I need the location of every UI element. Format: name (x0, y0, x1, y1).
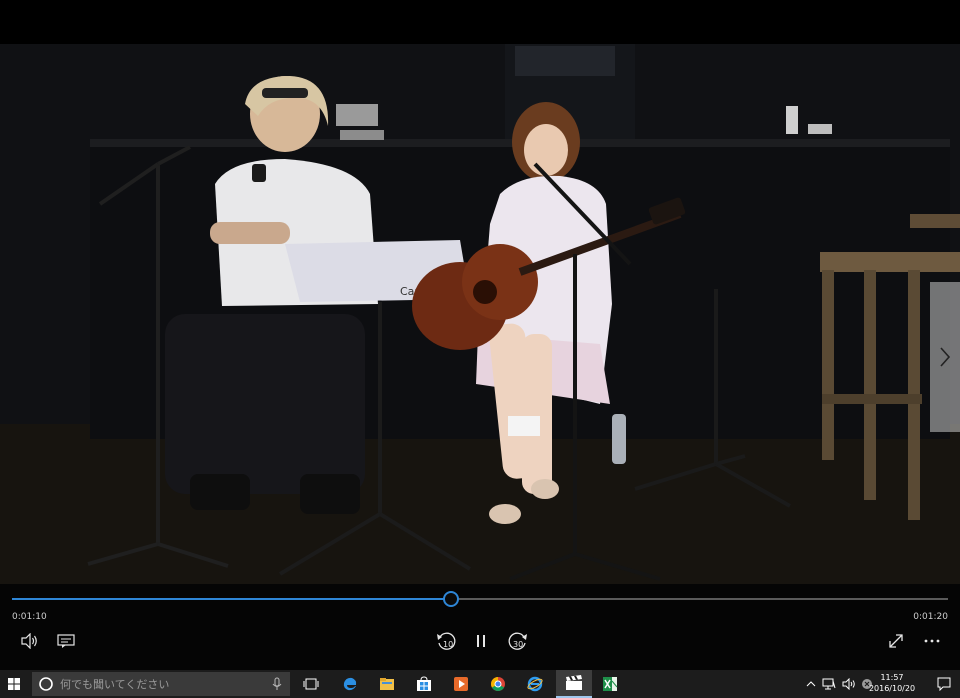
current-time: 0:01:10 (12, 612, 47, 622)
speaker-icon (842, 678, 855, 690)
clapperboard-icon (566, 675, 582, 690)
store-icon (417, 676, 431, 691)
notification-icon (937, 677, 951, 691)
task-view-button[interactable] (296, 670, 326, 698)
start-button[interactable] (0, 670, 28, 698)
media-player-window: Campus (0, 0, 960, 670)
taskbar-app-internet-explorer[interactable] (521, 670, 549, 698)
playback-controls: 0:01:10 0:01:20 10 30 (0, 584, 960, 670)
total-time: 0:01:20 (913, 612, 948, 622)
taskbar-clock[interactable]: 11:57 2016/10/20 (866, 672, 918, 694)
microphone-icon[interactable] (272, 677, 282, 691)
cortana-search-box[interactable]: 何でも聞いてください (32, 672, 290, 696)
taskbar-app-media-player[interactable] (447, 670, 475, 698)
taskbar-app-edge[interactable] (336, 670, 364, 698)
seek-bar-progress (12, 598, 451, 600)
more-options-button[interactable] (918, 628, 946, 654)
chrome-icon (491, 677, 505, 691)
network-tray-button[interactable] (820, 670, 838, 698)
taskbar-app-store[interactable] (410, 670, 438, 698)
volume-button[interactable] (16, 628, 44, 654)
taskbar: 何でも聞いてください 11:57 2016/10/20 (0, 670, 960, 698)
folder-icon (380, 678, 394, 690)
pause-icon (477, 635, 485, 647)
cortana-icon (39, 677, 53, 691)
pause-button[interactable] (467, 628, 495, 654)
taskbar-app-file-explorer[interactable] (373, 670, 401, 698)
skip-forward-button[interactable]: 30 (504, 628, 532, 654)
skip-back-label: 10 (443, 640, 453, 649)
seek-bar-thumb[interactable] (442, 591, 459, 607)
chevron-right-icon (940, 347, 951, 367)
fullscreen-button[interactable] (882, 628, 910, 654)
internet-explorer-icon (527, 676, 543, 692)
volume-icon (21, 633, 37, 649)
skip-forward-icon: 30 (508, 632, 527, 650)
subtitles-button[interactable] (52, 628, 80, 654)
skip-forward-label: 30 (513, 640, 523, 649)
next-video-button[interactable] (930, 282, 960, 432)
network-icon (822, 678, 836, 690)
video-scene: Campus (0, 44, 960, 584)
water-bottle (612, 414, 626, 464)
taskbar-app-excel[interactable] (596, 670, 624, 698)
edge-icon (343, 677, 357, 691)
chevron-up-icon (806, 681, 816, 687)
more-icon (924, 639, 940, 643)
volume-tray-button[interactable] (840, 670, 858, 698)
clock-date: 2016/10/20 (868, 684, 916, 693)
skip-back-icon: 10 (437, 632, 456, 650)
search-placeholder: 何でも聞いてください (60, 678, 170, 691)
video-frame[interactable]: Campus (0, 44, 960, 584)
taskbar-app-chrome[interactable] (484, 670, 512, 698)
seek-bar[interactable] (12, 591, 948, 607)
skip-back-button[interactable]: 10 (432, 628, 460, 654)
subtitles-icon (57, 634, 75, 648)
excel-icon (603, 677, 618, 691)
task-view-icon (303, 678, 319, 690)
show-hidden-icons-button[interactable] (804, 670, 818, 698)
taskbar-app-movies-tv[interactable] (556, 670, 592, 698)
media-player-icon (454, 677, 468, 691)
clock-time: 11:57 (880, 673, 904, 682)
windows-logo-icon (8, 678, 20, 690)
action-center-button[interactable] (932, 670, 956, 698)
fullscreen-icon (889, 634, 903, 648)
